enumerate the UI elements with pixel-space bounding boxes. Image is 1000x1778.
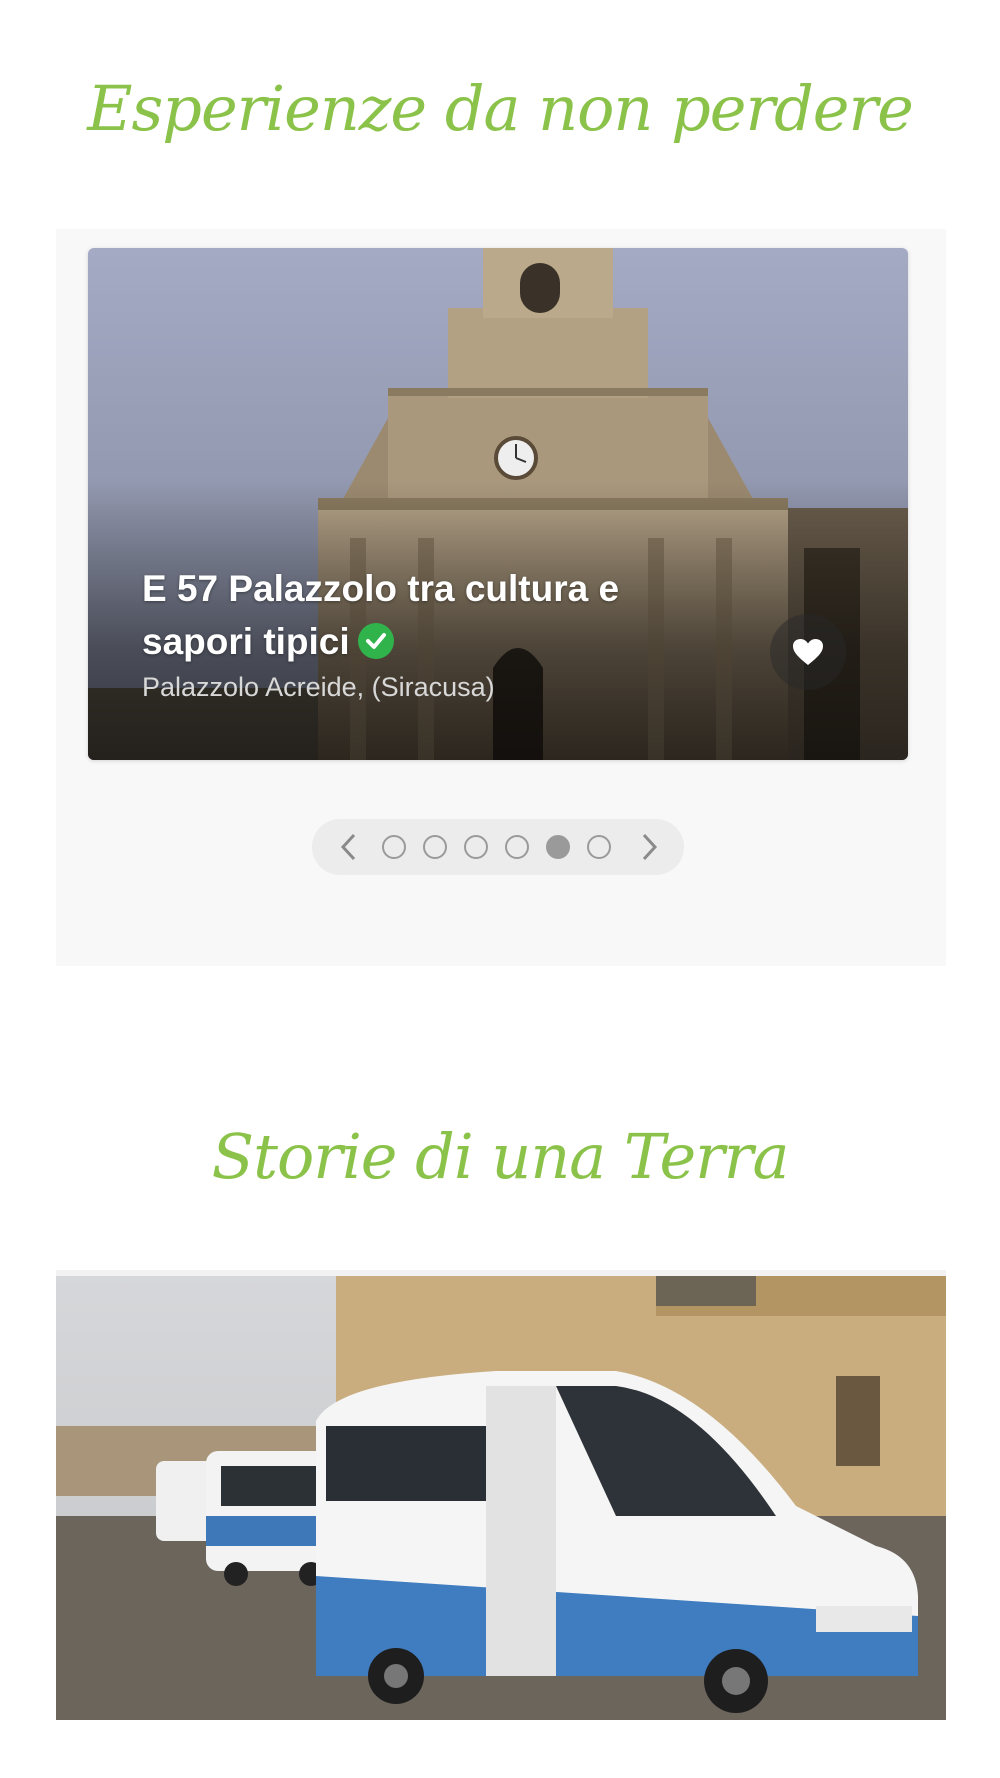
pager-dot[interactable] <box>382 835 406 859</box>
section-title-stories: Storie di una Terra <box>211 1120 790 1193</box>
pager-dot[interactable] <box>464 835 488 859</box>
check-circle-icon <box>357 623 394 659</box>
experience-location: Palazzolo Acreide, (Siracusa) <box>142 672 495 702</box>
chevron-right-icon[interactable] <box>634 829 664 865</box>
favorite-button[interactable] <box>770 614 846 690</box>
chevron-left-icon[interactable] <box>334 829 364 865</box>
pager-dot[interactable] <box>423 835 447 859</box>
experience-card[interactable]: E 57 Palazzolo tra cultura e sapori tipi… <box>88 248 908 760</box>
minibus-photo <box>56 1276 946 1720</box>
story-card[interactable] <box>56 1270 946 1720</box>
section-title-experiences: Esperienze da non perdere <box>87 72 914 145</box>
carousel-pager <box>312 819 684 875</box>
pager-dot[interactable] <box>587 835 611 859</box>
experiences-carousel: E 57 Palazzolo tra cultura e sapori tipi… <box>56 229 946 966</box>
heart-icon <box>793 639 823 665</box>
experience-title[interactable]: E 57 Palazzolo tra cultura e sapori tipi… <box>142 562 662 668</box>
pager-dot-active[interactable] <box>546 835 570 859</box>
pager-dot[interactable] <box>505 835 529 859</box>
